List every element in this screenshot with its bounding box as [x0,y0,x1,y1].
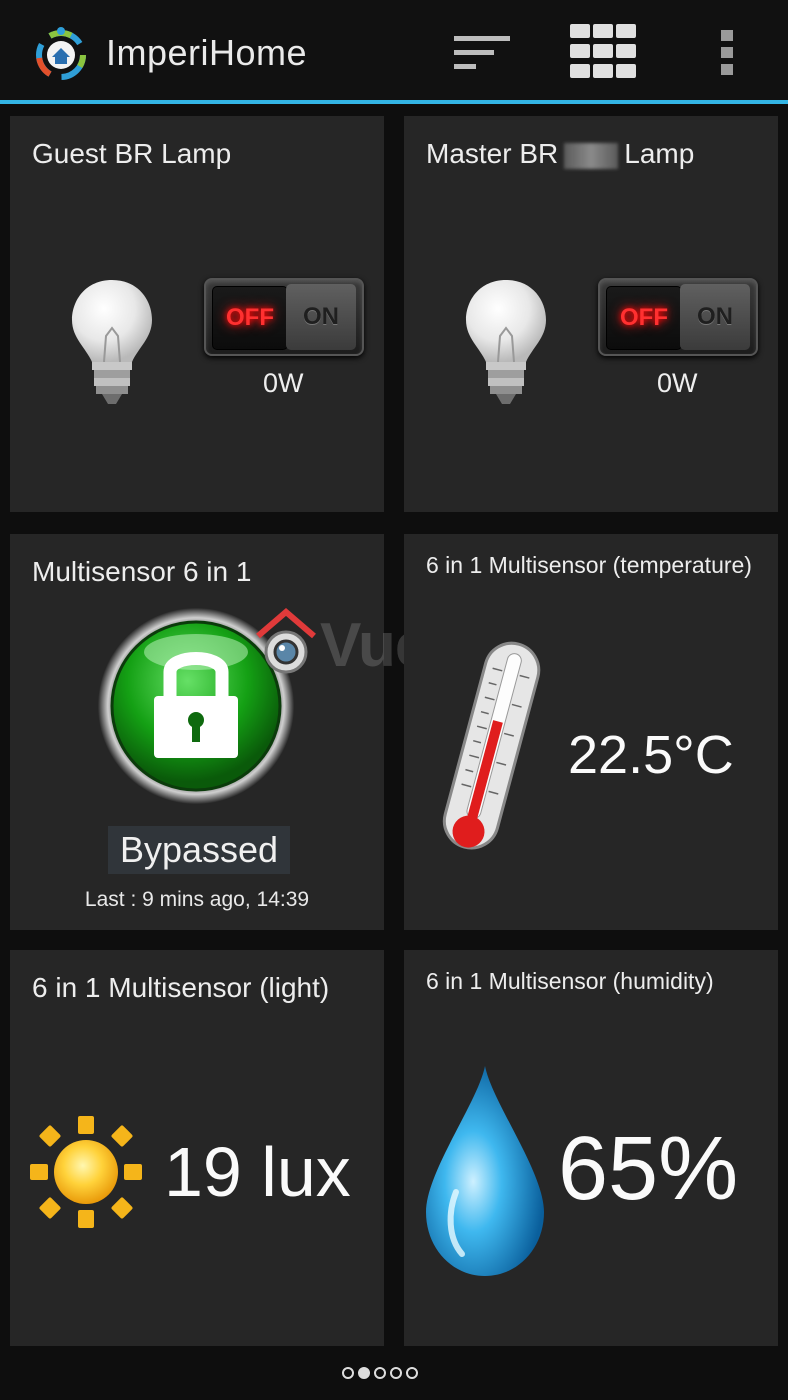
app-bar-accent-line [0,100,788,104]
tile-multisensor-humidity[interactable]: 6 in 1 Multisensor (humidity) 65% [404,950,778,1346]
imperihome-logo-icon[interactable] [32,26,90,80]
tile-title: 6 in 1 Multisensor (light) [32,972,330,1003]
sun-icon [30,1116,142,1228]
thermometer-icon [442,641,541,850]
temperature-value: 22.5°C [568,725,734,785]
tile-multisensor-temperature[interactable]: 6 in 1 Multisensor (temperature) 22.5°C [404,534,778,930]
page-dot-active[interactable] [358,1367,370,1379]
power-reading: 0W [263,368,304,398]
home-camera-icon [256,608,316,674]
tile-guest-br-lamp[interactable]: Guest BR Lamp OFF ON 0W [10,116,384,512]
water-drop-icon [426,1066,544,1276]
switch-off-half: OFF [212,286,288,350]
redacted-text [564,142,619,169]
grid-view-icon[interactable] [566,20,640,84]
power-reading: 0W [657,368,698,398]
page-dot[interactable] [390,1367,402,1379]
status-label: Bypassed [108,826,290,874]
off-label: OFF [620,304,668,331]
app-title: ImperiHome [106,32,308,73]
on-label: ON [697,303,733,330]
app-bar: ImperiHome [0,0,788,104]
light-bulb-icon [72,280,152,404]
sort-lines-icon[interactable] [448,28,514,76]
last-update-text: Last : 9 mins ago, 14:39 [84,888,310,911]
power-toggle-switch[interactable]: OFF ON [598,278,758,356]
page-dot[interactable] [374,1367,386,1379]
tile-title: Master BR Lamp [426,138,694,170]
switch-on-half: ON [680,284,750,350]
humidity-value: 65% [558,1119,739,1219]
off-label: OFF [226,304,274,331]
tile-title: Guest BR Lamp [32,138,232,169]
page-dot[interactable] [406,1367,418,1379]
page-indicator [342,1367,418,1383]
page-dot[interactable] [342,1367,354,1379]
on-label: ON [303,303,339,330]
power-toggle-switch[interactable]: OFF ON [204,278,364,356]
tile-multisensor-light[interactable]: 6 in 1 Multisensor (light) 19 lux [10,950,384,1346]
switch-on-half: ON [286,284,356,350]
tile-title: 6 in 1 Multisensor (humidity) [426,968,714,994]
overflow-menu-icon[interactable] [712,26,742,80]
tile-master-br-lamp[interactable]: Master BR Lamp OFF ON 0W [404,116,778,512]
tile-title-left: Master BR [426,138,559,169]
tile-title: Multisensor 6 in 1 [32,556,252,587]
switch-off-half: OFF [606,286,682,350]
tile-title-right: Lamp [624,138,695,169]
tile-title: 6 in 1 Multisensor (temperature) [426,552,752,578]
light-bulb-icon [466,280,546,404]
light-value: 19 lux [164,1133,351,1211]
